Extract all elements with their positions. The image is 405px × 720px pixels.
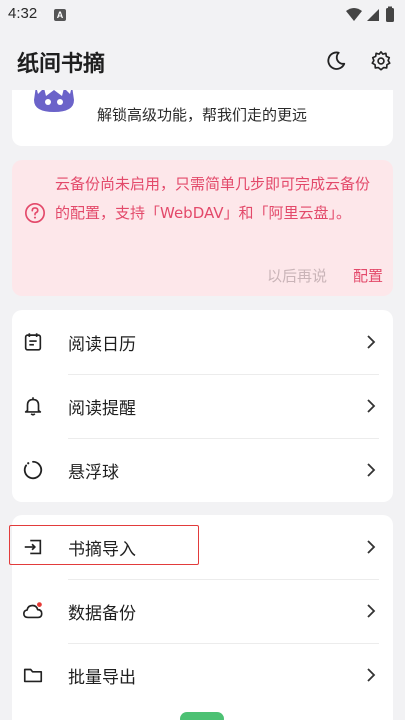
alert-message: 云备份尚未启用，只需简单几步即可完成云备份的配置，支持「WebDAV」和「阿里云… (55, 175, 371, 222)
menu-item-label: 悬浮球 (68, 463, 119, 483)
status-icons (346, 6, 394, 22)
bottom-toggle[interactable] (180, 712, 224, 720)
battery-icon (386, 8, 394, 22)
menu-item-label: 阅读提醒 (68, 399, 136, 419)
chevron-right-icon (367, 335, 376, 349)
premium-promo-card[interactable]: 解锁高级功能，帮我们走的更远 (12, 90, 393, 146)
later-button[interactable]: 以后再说 (267, 265, 327, 286)
menu-item-label: 批量导出 (68, 668, 136, 688)
backup-alert: 云备份尚未启用，只需简单几步即可完成云备份的配置，支持「WebDAV」和「阿里云… (12, 160, 393, 296)
help-icon (25, 203, 45, 223)
menu-item-reading-reminder[interactable]: 阅读提醒 (12, 374, 393, 438)
calendar-icon (24, 333, 42, 351)
cloud-icon (23, 602, 43, 619)
signal-icon (367, 9, 379, 21)
config-button[interactable]: 配置 (353, 265, 383, 286)
highlight-annotation (9, 525, 199, 565)
menu-item-floating-ball[interactable]: 悬浮球 (12, 438, 393, 502)
menu-group-reading: 阅读日历 阅读提醒 悬浮球 (12, 310, 393, 502)
menu-item-reading-calendar[interactable]: 阅读日历 (12, 310, 393, 374)
chevron-right-icon (367, 463, 376, 477)
folder-icon (23, 668, 43, 683)
chevron-right-icon (367, 399, 376, 413)
notification-icon: A (54, 9, 66, 21)
moon-icon[interactable] (325, 50, 347, 72)
floating-ball-icon (23, 460, 43, 480)
promo-text: 解锁高级功能，帮我们走的更远 (97, 106, 308, 124)
red-dot-badge (37, 602, 42, 607)
status-bar: 4:32 A (0, 0, 405, 30)
wifi-icon (346, 8, 362, 21)
menu-item-batch-export[interactable]: 批量导出 (12, 643, 393, 707)
mascot-icon (34, 90, 74, 112)
bell-icon (24, 397, 42, 416)
app-title: 纸间书摘 (17, 52, 106, 77)
chevron-right-icon (367, 668, 376, 682)
app-bar: 纸间书摘 (0, 30, 405, 90)
menu-item-label: 阅读日历 (68, 335, 136, 355)
status-time: 4:32 (8, 5, 38, 22)
chevron-right-icon (367, 540, 376, 554)
menu-item-label: 数据备份 (68, 604, 136, 624)
gear-icon[interactable] (370, 50, 392, 72)
chevron-right-icon (367, 604, 376, 618)
menu-item-data-backup[interactable]: 数据备份 (12, 579, 393, 643)
